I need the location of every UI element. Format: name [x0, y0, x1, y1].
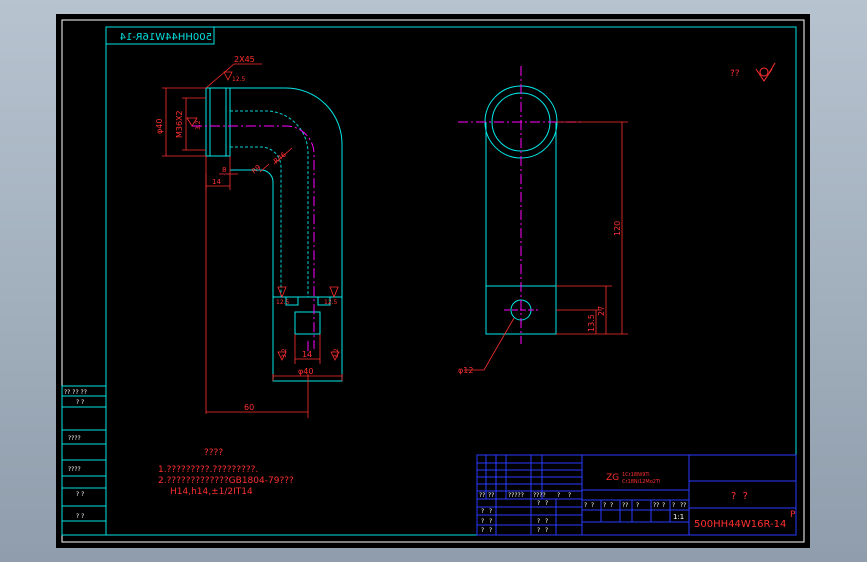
mirrored-code-box: 500HH44W16R-14: [105, 26, 215, 45]
dim-r9: R9: [250, 163, 262, 175]
side-dimension-labels: 120 27 13.5 φ12: [458, 221, 622, 375]
dim-m36: M36X2: [175, 110, 184, 138]
front-dimensions: [162, 63, 343, 418]
front-centerline: [192, 125, 315, 359]
socket-slot: [294, 311, 321, 335]
tb-mid-row-2-b: ?: [545, 527, 548, 534]
tb-scale-head-1: ?: [591, 502, 594, 509]
tb-scale-head-2: ?: [603, 502, 606, 509]
tb-mid-row-2-a: ?: [537, 527, 540, 534]
tb-mid-row-0-b: ?: [545, 500, 548, 507]
dim-rough-bottom-left: 3.2: [281, 348, 288, 358]
pipe-outline: [230, 87, 343, 298]
roughness-note-text: ??: [730, 69, 740, 79]
tb-material-main: ZG: [606, 473, 619, 483]
dim-dia12: φ12: [458, 366, 473, 375]
left-strip-top-label: ?? ?? ??: [64, 389, 87, 396]
tb-scale-head-9: ??: [680, 502, 686, 509]
dim-dia40-bottom: φ40: [298, 367, 313, 376]
dim-rough-right: 12.5: [324, 299, 338, 306]
tb-head-1: ??: [488, 492, 494, 499]
tb-scale-head-4: ??: [622, 502, 628, 509]
left-strip-label-0: ? ?: [76, 399, 84, 406]
dim-rough-top2: 3.2: [195, 120, 202, 130]
tb-head-5: ?: [568, 492, 571, 499]
roughness-symbol-icon: [755, 62, 776, 82]
notes-line-2: 2.?????????????GB1804-79???: [158, 476, 294, 486]
tb-sheet-mark: P: [790, 510, 796, 520]
dim-rough-left: 12.5: [276, 299, 290, 306]
front-view: [192, 87, 343, 382]
left-strip-label-4: ? ?: [76, 513, 84, 520]
tb-head-3: ????: [533, 492, 546, 499]
tb-scale-head-7: ?: [662, 502, 665, 509]
dim-13-5: 13.5: [587, 314, 596, 332]
tb-material-sub1: 1Cr18Ni9Ti: [622, 472, 650, 478]
tb-head-4: ?: [557, 492, 560, 499]
dim-8: 8: [222, 166, 226, 174]
dim-60: 60: [244, 403, 254, 412]
tb-mid-row-1-a: ?: [537, 518, 540, 525]
tb-left-row-0-b: ?: [489, 508, 492, 515]
roughness-note: ??: [730, 62, 776, 82]
dim-chamfer: 2X45: [234, 55, 255, 64]
tb-mid-row-0-a: ?: [537, 500, 540, 507]
mirrored-code: 500HH44W16R-14: [120, 32, 212, 43]
left-strip-label-3: ? ?: [76, 491, 84, 498]
outer-frame: [61, 19, 805, 543]
tb-scale-head-6: ??: [653, 502, 659, 509]
side-view: [458, 66, 584, 344]
title-block-text: ?? ?? ????? ???? ? ? ? ? ? ? ? ? ? ? ? ?…: [479, 492, 686, 534]
notes-line-3: H14,h14,±1/2IT14: [170, 487, 253, 497]
tb-material-sub2: Cr18Ni12Mo2Ti: [622, 479, 660, 485]
tb-mid-row-1-b: ?: [545, 518, 548, 525]
dim-rough-top: 12.5: [232, 76, 246, 83]
dim-14-top: 14: [212, 178, 221, 186]
tb-left-row-1-a: ?: [481, 518, 484, 525]
side-dimensions: [464, 121, 628, 371]
tb-scale: 1:1: [673, 513, 684, 521]
tb-scale-head-5: ?: [636, 502, 639, 509]
tb-company: ? ?: [731, 491, 748, 502]
dim-120: 120: [613, 221, 622, 236]
roughness-circle-icon: [759, 67, 769, 77]
notes-line-1: 1.?????????.?????????.: [158, 465, 258, 475]
drawing-sheet: 500HH44W16R-14 ?? ?? ?? ?? ? ? ???? ????…: [56, 14, 810, 548]
tb-head-0: ??: [479, 492, 485, 499]
tb-scale-head-3: ?: [610, 502, 613, 509]
tb-scale-head-8: ?: [672, 502, 675, 509]
dim-27: 27: [597, 306, 606, 316]
left-strip-label-2: ????: [68, 466, 81, 473]
tb-part-no: 500HH44W16R-14: [694, 519, 786, 530]
dim-rough-bottom-right: 3.2: [333, 348, 340, 358]
pipe-bore: [230, 110, 309, 297]
left-strip-label-1: ????: [68, 435, 81, 442]
technical-notes: ???? 1.?????????.?????????. 2.??????????…: [158, 448, 294, 497]
notes-title: ????: [204, 448, 223, 458]
tb-left-row-2-a: ?: [481, 527, 484, 534]
tb-left-row-0-a: ?: [481, 508, 484, 515]
tb-left-row-1-b: ?: [489, 518, 492, 525]
cad-drawing: 500HH44W16R-14 ?? ?? ?? ?? ? ? ???? ????…: [61, 19, 805, 543]
dim-dia40-top: φ40: [155, 119, 164, 134]
tb-scale-head-0: ?: [584, 502, 587, 509]
tb-left-row-2-b: ?: [489, 527, 492, 534]
front-dimension-labels: 2X45 φ40 M36X2 12.5 3.2 14 8 R46 R9 12.5…: [155, 55, 340, 412]
tb-head-2: ?????: [508, 492, 524, 499]
dim-14-bottom: 14: [302, 350, 312, 359]
